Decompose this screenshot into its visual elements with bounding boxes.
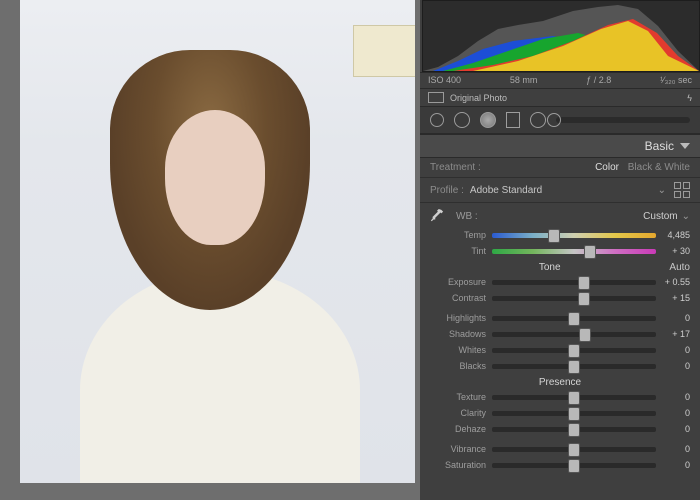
dehaze-slider[interactable] (492, 427, 656, 432)
chevron-down-icon[interactable]: ⌄ (658, 185, 666, 196)
tone-header: Tone (430, 262, 669, 273)
radial-tool-active[interactable] (480, 112, 496, 128)
whites-slider[interactable] (492, 348, 656, 353)
temp-value[interactable]: 4,485 (656, 230, 690, 240)
original-photo-toggle[interactable]: Original Photo (450, 93, 507, 103)
clarity-slider[interactable] (492, 411, 656, 416)
rectangle-icon (428, 92, 444, 103)
radial-tool-1[interactable] (454, 112, 470, 128)
temp-slider[interactable] (492, 233, 656, 238)
chevron-down-icon[interactable]: ⌄ (682, 211, 690, 222)
tint-slider[interactable] (492, 249, 656, 254)
photo-preview[interactable] (20, 0, 415, 483)
profile-value[interactable]: Adobe Standard (470, 185, 542, 196)
shadows-slider[interactable] (492, 332, 656, 337)
eyedropper-icon[interactable] (430, 208, 444, 224)
texture-slider[interactable] (492, 395, 656, 400)
saturation-slider[interactable] (492, 463, 656, 468)
develop-panel: ISO 400 58 mm ƒ / 2.8 ¹⁄₃₂₀ sec Original… (420, 0, 700, 500)
basic-section-header[interactable]: Basic (420, 134, 700, 158)
exif-shutter: ¹⁄₃₂₀ sec (660, 75, 692, 85)
histogram[interactable] (422, 0, 700, 72)
flash-icon: ϟ (687, 93, 692, 103)
vibrance-slider[interactable] (492, 447, 656, 452)
blacks-slider[interactable] (492, 364, 656, 369)
photo-canvas[interactable] (0, 0, 420, 500)
tint-value[interactable]: + 30 (656, 246, 690, 256)
wb-label: WB : (456, 211, 478, 222)
target-adjust-icon[interactable] (430, 113, 444, 127)
profile-browser-icon[interactable] (674, 182, 690, 198)
crop-tool[interactable] (506, 112, 520, 128)
auto-button[interactable]: Auto (669, 262, 690, 273)
mask-slider[interactable] (556, 117, 690, 123)
treatment-label: Treatment : (430, 162, 481, 173)
wb-dropdown[interactable]: Custom (643, 211, 677, 222)
exposure-slider[interactable] (492, 280, 656, 285)
presence-header: Presence (430, 377, 690, 388)
exif-focal: 58 mm (510, 75, 538, 85)
exif-row: ISO 400 58 mm ƒ / 2.8 ¹⁄₃₂₀ sec (420, 72, 700, 88)
contrast-slider[interactable] (492, 296, 656, 301)
radial-tool-2[interactable] (530, 112, 546, 128)
chevron-down-icon (680, 143, 690, 149)
treatment-color[interactable]: Color (595, 162, 619, 173)
exif-iso: ISO 400 (428, 75, 461, 85)
treatment-bw[interactable]: Black & White (628, 162, 690, 173)
adjustment-tools (420, 106, 700, 134)
profile-label: Profile : (430, 185, 464, 196)
highlights-slider[interactable] (492, 316, 656, 321)
exif-aperture: ƒ / 2.8 (586, 75, 611, 85)
